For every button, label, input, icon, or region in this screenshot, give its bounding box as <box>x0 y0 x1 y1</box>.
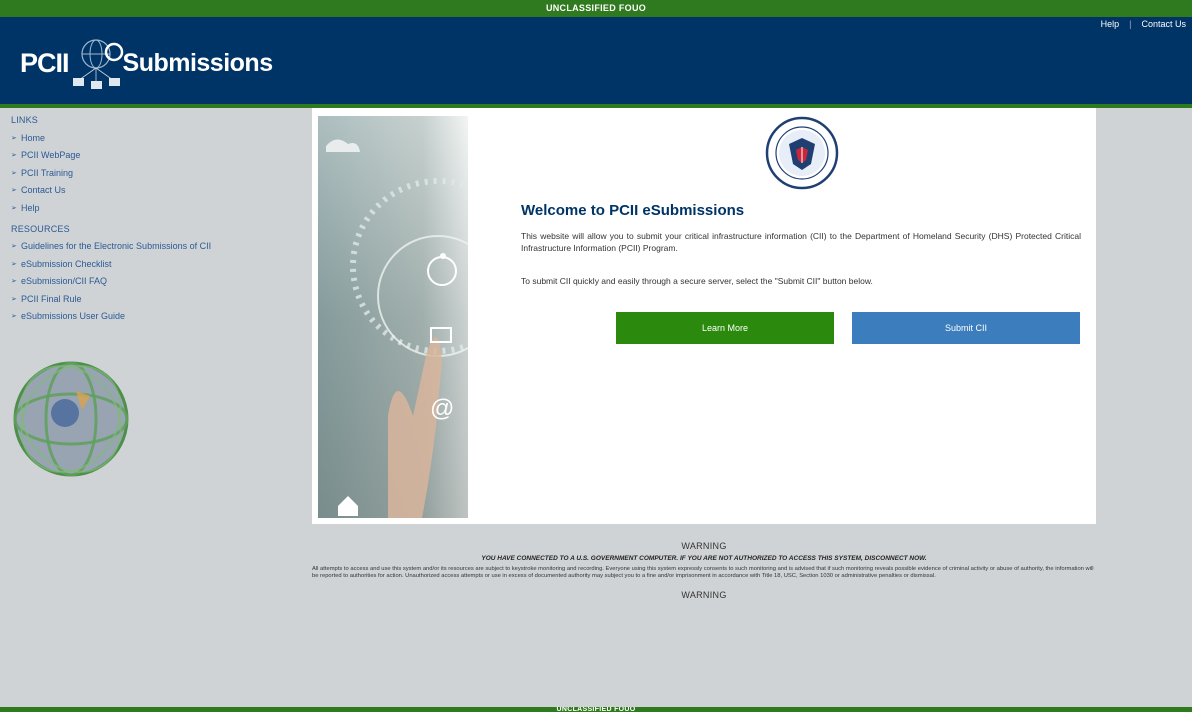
arrow-icon: ➢ <box>11 169 17 177</box>
submit-cii-button[interactable]: Submit CII <box>852 312 1080 344</box>
arrow-icon: ➢ <box>11 313 17 321</box>
sidebar-item-label: PCII WebPage <box>21 150 81 161</box>
arrow-icon: ➢ <box>11 152 17 160</box>
sidebar-item-label: Home <box>21 132 46 143</box>
arrow-icon: ➢ <box>11 187 17 195</box>
sidebar-item-pcii-training[interactable]: ➢ PCII Training <box>0 164 310 182</box>
arrow-icon: ➢ <box>11 260 17 268</box>
sidebar-item-help[interactable]: ➢ Help <box>0 199 310 217</box>
page-title: Welcome to PCII eSubmissions <box>521 202 745 219</box>
warning-title: WARNING <box>681 541 727 551</box>
logo-network-icon <box>72 39 123 89</box>
arrow-icon: ➢ <box>11 243 17 251</box>
links-heading: LINKS <box>11 115 39 125</box>
submit-instruction: To submit CII quickly and easily through… <box>521 276 873 286</box>
warning-footer-title: WARNING <box>681 590 727 600</box>
resource-label: eSubmission/CII FAQ <box>21 276 108 287</box>
site-header: PCII Submissions Help | Contact Us <box>0 17 1192 104</box>
main-content: @ Welcome to PCII eSubmissions This webs… <box>312 108 1096 524</box>
sidebar-item-label: PCII Training <box>21 167 74 178</box>
top-links: Help | Contact Us <box>1101 19 1186 29</box>
warning-section: WARNING YOU HAVE CONNECTED TO A U.S. GOV… <box>312 541 1096 600</box>
contact-us-link[interactable]: Contact Us <box>1141 19 1186 29</box>
sidebar: LINKS ➢ Home ➢ PCII WebPage ➢ PCII Training… <box>0 108 310 477</box>
resource-label: eSubmission Checklist <box>21 258 112 269</box>
resource-user-guide[interactable]: ➢ eSubmissions User Guide <box>0 308 310 326</box>
sidebar-item-home[interactable]: ➢ Home <box>0 129 310 147</box>
arrow-icon: ➢ <box>11 295 17 303</box>
resource-label: Guidelines for the Electronic Submission… <box>21 241 212 252</box>
resource-final-rule[interactable]: ➢ PCII Final Rule <box>0 290 310 308</box>
hero-image: @ <box>318 116 468 518</box>
globe-icon <box>13 361 129 477</box>
link-separator: | <box>1129 19 1132 29</box>
arrow-icon: ➢ <box>11 134 17 142</box>
page-description: This website will allow you to submit yo… <box>521 231 1081 253</box>
help-link[interactable]: Help <box>1101 19 1120 29</box>
learn-more-button[interactable]: Learn More <box>616 312 834 344</box>
sidebar-item-label: Contact Us <box>21 185 66 196</box>
resource-checklist[interactable]: ➢ eSubmission Checklist <box>0 255 310 273</box>
warning-body: All attempts to access and use this syst… <box>312 566 1094 579</box>
classification-banner-bottom: UNCLASSIFIED FOUO <box>0 707 1192 712</box>
resource-faq[interactable]: ➢ eSubmission/CII FAQ <box>0 273 310 291</box>
svg-text:@: @ <box>430 395 454 422</box>
arrow-icon: ➢ <box>11 204 17 212</box>
resource-label: eSubmissions User Guide <box>21 311 126 322</box>
classification-banner-top: UNCLASSIFIED FOUO <box>0 0 1192 17</box>
warning-headline: YOU HAVE CONNECTED TO A U.S. GOVERNMENT … <box>481 555 927 562</box>
sidebar-item-contact-us[interactable]: ➢ Contact Us <box>0 182 310 200</box>
logo-text-pcii: PCII <box>20 47 70 78</box>
sidebar-item-pcii-webpage[interactable]: ➢ PCII WebPage <box>0 147 310 165</box>
resources-heading: RESOURCES <box>11 223 70 234</box>
seal-icon <box>765 116 839 190</box>
resource-guidelines[interactable]: ➢ Guidelines for the Electronic Submissio… <box>0 238 310 256</box>
site-logo[interactable]: PCII Submissions <box>20 32 273 94</box>
logo-text-submissions: Submissions <box>122 48 274 77</box>
arrow-icon: ➢ <box>11 278 17 286</box>
resource-label: PCII Final Rule <box>21 293 82 304</box>
sidebar-item-label: Help <box>21 202 40 213</box>
